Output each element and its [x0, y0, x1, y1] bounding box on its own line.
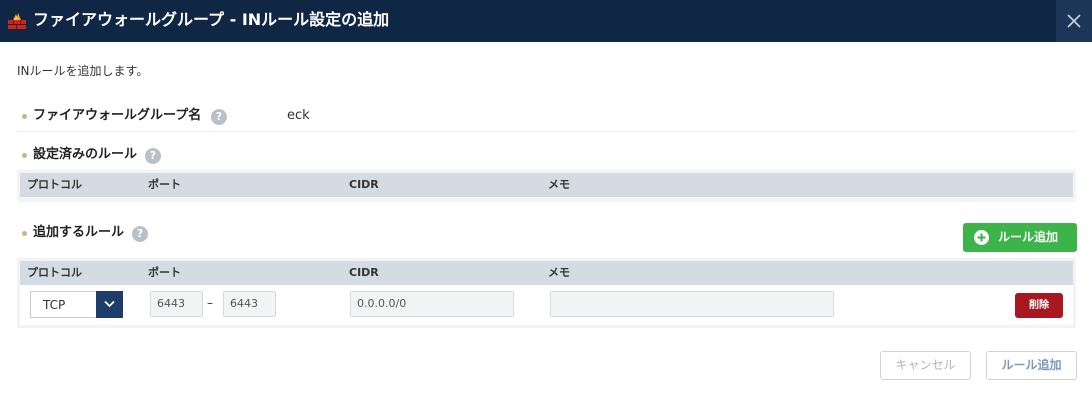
port-range-separator: –	[207, 296, 213, 310]
close-button[interactable]	[1056, 0, 1092, 42]
bullet-icon	[22, 153, 27, 158]
add-rule-row-label: ルール追加	[998, 230, 1059, 244]
help-icon[interactable]: ?	[211, 109, 227, 125]
column-memo: メモ	[548, 266, 570, 279]
firewall-icon	[8, 13, 26, 29]
select-toggle[interactable]	[96, 291, 123, 318]
cancel-button[interactable]: キャンセル	[880, 351, 971, 380]
protocol-select-value: TCP	[43, 298, 66, 312]
dialog-titlebar: ファイアウォールグループ - INルール設定の追加	[0, 0, 1092, 42]
column-cidr: CIDR	[349, 178, 379, 191]
dialog-intro: INルールを追加します。	[17, 64, 149, 78]
help-icon[interactable]: ?	[145, 148, 161, 164]
delete-row-button[interactable]: 削除	[1015, 293, 1063, 318]
column-protocol: プロトコル	[27, 178, 82, 191]
port-from-input[interactable]: 6443	[150, 291, 203, 317]
dialog-title: ファイアウォールグループ - INルール設定の追加	[33, 10, 390, 29]
existing-rules-table: プロトコル ポート CIDR メモ	[17, 170, 1076, 202]
firewall-group-value: eck	[287, 108, 310, 123]
bullet-icon	[22, 231, 27, 236]
column-cidr: CIDR	[349, 266, 379, 279]
column-port: ポート	[148, 178, 181, 191]
section-divider	[17, 131, 1076, 132]
chevron-down-icon	[104, 300, 115, 308]
close-icon	[1067, 14, 1081, 28]
column-port: ポート	[148, 266, 181, 279]
port-to-input[interactable]: 6443	[223, 291, 276, 317]
bullet-icon	[22, 114, 27, 119]
column-memo: メモ	[548, 178, 570, 191]
existing-rules-table-header: プロトコル ポート CIDR メモ	[20, 173, 1073, 197]
new-rules-label: 追加するルール	[33, 225, 125, 240]
protocol-select[interactable]: TCP	[30, 291, 123, 318]
new-rules-table-header: プロトコル ポート CIDR メモ	[20, 261, 1073, 285]
submit-add-rule-button[interactable]: ルール追加	[986, 351, 1077, 380]
cidr-input[interactable]: 0.0.0.0/0	[350, 291, 514, 317]
existing-rules-label: 設定済みのルール	[33, 147, 138, 162]
help-icon[interactable]: ?	[132, 226, 148, 242]
new-rules-table: プロトコル ポート CIDR メモ TCP 6443 – 6443 0.0.0.…	[17, 258, 1076, 328]
memo-input[interactable]	[550, 291, 834, 317]
table-row: TCP 6443 – 6443 0.0.0.0/0 削除	[20, 285, 1073, 325]
add-rule-row-button[interactable]: ルール追加	[963, 223, 1077, 252]
column-protocol: プロトコル	[27, 266, 82, 279]
firewall-group-label: ファイアウォールグループ名	[33, 108, 202, 123]
plus-circle-icon	[974, 230, 989, 245]
